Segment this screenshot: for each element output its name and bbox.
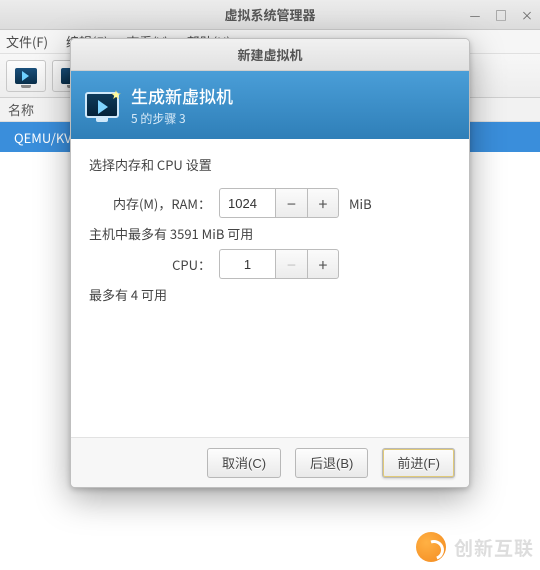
cpu-row: CPU： − +	[89, 249, 451, 279]
memory-row: 内存(M)，RAM： − + MiB	[89, 188, 451, 218]
cpu-stepper: − +	[219, 249, 339, 279]
cpu-label: CPU：	[89, 255, 219, 274]
watermark-logo-icon	[416, 532, 446, 562]
forward-button[interactable]: 前进(F)	[382, 448, 455, 478]
dialog-window-title: 新建虚拟机	[237, 45, 302, 64]
new-vm-dialog: 新建虚拟机 生成新虚拟机 5 的步骤 3 选择内存和 CPU 设置 内存(M)，…	[70, 38, 470, 488]
dialog-banner-title: 生成新虚拟机	[131, 83, 233, 108]
watermark: 创新互联	[416, 532, 534, 562]
column-name: 名称	[8, 100, 34, 119]
maximize-button[interactable]: □	[494, 7, 508, 24]
dialog-titlebar: 新建虚拟机	[71, 39, 469, 71]
back-button[interactable]: 后退(B)	[295, 448, 368, 478]
watermark-text: 创新互联	[454, 534, 534, 561]
cpu-hint: 最多有 4 可用	[89, 285, 451, 304]
cpu-input[interactable]	[219, 249, 275, 279]
memory-input[interactable]	[219, 188, 275, 218]
cpu-increment-button[interactable]: +	[307, 249, 339, 279]
new-vm-button[interactable]	[6, 60, 46, 92]
memory-stepper: − +	[219, 188, 339, 218]
minimize-button[interactable]: —	[468, 7, 482, 24]
main-window-titlebar: 虚拟系统管理器 — □ ×	[0, 0, 540, 30]
section-title: 选择内存和 CPU 设置	[89, 155, 451, 174]
sparkle-icon	[111, 90, 121, 100]
memory-hint: 主机中最多有 3591 MiB 可用	[89, 224, 451, 243]
memory-unit: MiB	[349, 194, 372, 213]
memory-increment-button[interactable]: +	[307, 188, 339, 218]
cancel-button[interactable]: 取消(C)	[207, 448, 281, 478]
cpu-decrement-button[interactable]: −	[275, 249, 307, 279]
menu-file[interactable]: 文件(F)	[6, 32, 48, 51]
dialog-body: 选择内存和 CPU 设置 内存(M)，RAM： − + MiB 主机中最多有 3…	[71, 139, 469, 437]
dialog-banner: 生成新虚拟机 5 的步骤 3	[71, 71, 469, 139]
memory-decrement-button[interactable]: −	[275, 188, 307, 218]
window-controls: — □ ×	[468, 0, 534, 30]
memory-label: 内存(M)，RAM：	[89, 194, 219, 213]
vm-connection-name: QEMU/KV	[14, 128, 72, 147]
dialog-step-label: 5 的步骤 3	[131, 110, 233, 127]
monitor-new-icon	[15, 68, 37, 84]
dialog-footer: 取消(C) 后退(B) 前进(F)	[71, 437, 469, 487]
main-window-title: 虚拟系统管理器	[224, 5, 315, 24]
close-button[interactable]: ×	[520, 7, 534, 24]
create-vm-icon	[85, 92, 119, 118]
